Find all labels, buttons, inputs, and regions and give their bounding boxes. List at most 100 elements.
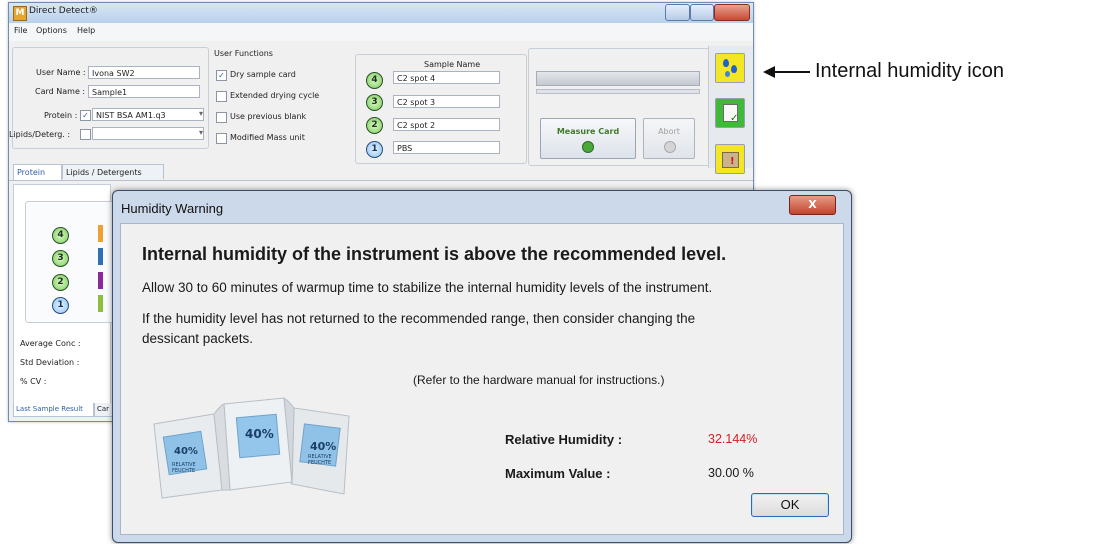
title-bar: M Direct Detect®	[9, 3, 753, 23]
annotation: Internal humidity icon	[763, 60, 1093, 90]
dry-sample-checkbox[interactable]: ✓	[216, 70, 227, 81]
arrow-left-icon	[763, 66, 810, 78]
measure-card-label: Measure Card	[556, 127, 620, 136]
results-group	[25, 201, 117, 323]
maximum-value-label: Maximum Value :	[505, 466, 611, 481]
dialog-heading: Internal humidity of the instrument is a…	[142, 244, 727, 264]
internal-humidity-icon[interactable]	[715, 53, 745, 83]
modified-mass-label: Modified Mass unit	[230, 133, 305, 142]
sample-3-badge: 3	[366, 94, 383, 111]
dialog-title: Humidity Warning	[121, 201, 224, 216]
sample-2-badge: 2	[366, 117, 383, 134]
menu-help[interactable]: Help	[77, 26, 95, 35]
exclamation-mark: !	[730, 156, 735, 167]
lipids-checkbox[interactable]	[80, 129, 91, 140]
result-2-bar	[98, 272, 103, 289]
result-1-bar	[98, 295, 103, 312]
menu-file[interactable]: File	[14, 26, 27, 35]
packet-3-sub: RELATIVE FEUCHTE	[308, 454, 332, 466]
humidity-warning-dialog: Humidity Warning X Internal humidity of …	[112, 190, 852, 543]
protein-select[interactable]: NIST BSA AM1.q3	[92, 108, 204, 121]
protein-checkbox[interactable]: ✓	[80, 110, 91, 121]
lipids-label: Lipids/Deterg. :	[9, 130, 71, 139]
card-name-input[interactable]: Sample1	[88, 85, 200, 98]
relative-humidity-value: 32.144%	[708, 432, 758, 446]
result-3-bar	[98, 248, 103, 265]
previous-blank-checkbox[interactable]	[216, 112, 227, 123]
extended-drying-label: Extended drying cycle	[230, 91, 320, 100]
sample-name-title: Sample Name	[424, 60, 481, 69]
warning-icon[interactable]: !	[715, 144, 745, 174]
window-title: Direct Detect®	[29, 6, 98, 16]
result-3-badge: 3	[52, 250, 69, 267]
abort-label: Abort	[658, 127, 680, 136]
menu-options[interactable]: Options	[36, 26, 67, 35]
stop-icon	[664, 141, 676, 153]
app-logo: M	[13, 6, 27, 21]
sample-4-input[interactable]: C2 spot 4	[393, 71, 500, 84]
tab-divider	[9, 180, 753, 181]
lipids-select[interactable]	[92, 127, 204, 140]
card-check-icon[interactable]: ✓	[715, 98, 745, 128]
protein-label: Protein :	[44, 111, 78, 120]
tab-protein[interactable]: Protein	[13, 164, 62, 180]
ok-button[interactable]: OK	[751, 493, 829, 517]
measure-card-button[interactable]: Measure Card	[540, 118, 636, 159]
card-name-label: Card Name :	[35, 87, 86, 96]
result-1-badge: 1	[52, 297, 69, 314]
sample-4-badge: 4	[366, 72, 383, 89]
tab-lipids[interactable]: Lipids / Detergents	[62, 164, 164, 179]
user-name-label: User Name :	[36, 68, 86, 77]
packet-3-label: 40%	[310, 440, 337, 453]
menu-bar: File Options Help	[9, 23, 753, 42]
dialog-body: Internal humidity of the instrument is a…	[120, 223, 844, 535]
refer-text: (Refer to the hardware manual for instru…	[413, 373, 665, 387]
droplet-shape	[731, 65, 737, 73]
protein-select-value: NIST BSA AM1.q3	[96, 111, 166, 120]
dialog-line-2a: If the humidity level has not returned t…	[142, 311, 696, 326]
progress-bar	[536, 71, 700, 86]
modified-mass-checkbox[interactable]	[216, 133, 227, 144]
tab-protein-label: Protein	[17, 168, 46, 177]
result-2-badge: 2	[52, 274, 69, 291]
maximum-value-value: 30.00 %	[708, 466, 754, 480]
relative-humidity-label: Relative Humidity :	[505, 432, 623, 447]
progress-track	[536, 89, 700, 94]
droplet-shape	[723, 59, 729, 67]
average-conc-label: Average Conc :	[20, 339, 81, 348]
packet-1-sub: RELATIVE FEUCHTE	[172, 462, 196, 474]
extended-drying-checkbox[interactable]	[216, 91, 227, 102]
sample-1-badge: 1	[366, 141, 383, 158]
maximize-button[interactable]	[690, 4, 714, 21]
dialog-line-2b: dessicant packets.	[142, 331, 254, 346]
tab-last-sample-result[interactable]: Last Sample Result	[13, 403, 94, 417]
result-4-bar	[98, 225, 103, 242]
previous-blank-label: Use previous blank	[230, 112, 307, 121]
close-button[interactable]	[714, 4, 750, 21]
tab-lipids-label: Lipids / Detergents	[66, 168, 142, 177]
cv-label: % CV :	[20, 377, 47, 386]
user-functions-title: User Functions	[214, 49, 273, 58]
sample-2-input[interactable]: C2 spot 2	[393, 118, 500, 131]
packet-1-label: 40%	[174, 446, 198, 457]
check-mark: ✓	[730, 113, 739, 124]
chevron-down-icon: ▾	[199, 128, 204, 137]
user-name-input[interactable]: Ivona SW2	[88, 66, 200, 79]
window-controls	[665, 4, 750, 21]
minimize-button[interactable]	[665, 4, 690, 21]
sample-1-input[interactable]: PBS	[393, 141, 500, 154]
droplet-shape	[725, 71, 730, 77]
tab-card-label: Car	[97, 405, 110, 413]
dialog-close-button[interactable]: X	[789, 195, 836, 215]
chevron-down-icon: ▾	[199, 109, 204, 118]
play-icon	[582, 141, 594, 153]
std-deviation-label: Std Deviation :	[20, 358, 80, 367]
dry-sample-label: Dry sample card	[230, 70, 296, 79]
desiccant-packets-image: 40% 40% 40% RELATIVE FEUCHTE RELATIVE FE…	[144, 394, 354, 504]
dialog-line-1: Allow 30 to 60 minutes of warmup time to…	[142, 280, 713, 295]
packet-2-label: 40%	[245, 427, 274, 441]
result-4-badge: 4	[52, 227, 69, 244]
abort-button[interactable]: Abort	[643, 118, 695, 159]
sample-3-input[interactable]: C2 spot 3	[393, 95, 500, 108]
annotation-label: Internal humidity icon	[815, 60, 1004, 82]
